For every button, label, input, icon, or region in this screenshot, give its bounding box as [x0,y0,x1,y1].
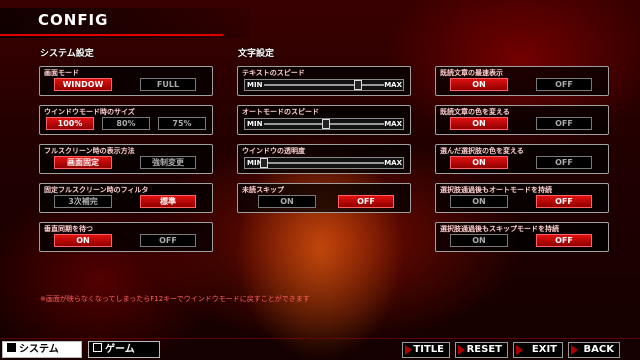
vsync-group: 垂直同期を待つ ON OFF [39,222,213,252]
back-button[interactable]: BACK [568,342,620,358]
tab-system[interactable]: システム [2,341,82,358]
title-button[interactable]: TITLE [402,342,450,358]
fullscreen-filter-label: 固定フルスクリーン時のフィルタ [44,186,149,194]
slider-track [264,162,384,164]
text-speed-slider[interactable]: MIN MAX [244,79,404,91]
tab-system-label: システム [19,344,59,355]
skip-unread-group: 未読スキップ ON OFF [237,183,411,213]
keep-auto-label: 選択肢通過後もオートモードを持続 [440,186,552,194]
auto-speed-group: オートモードのスピード MIN MAX [237,105,411,135]
window-opacity-group: ウインドウの透明度 MIN MAX [237,144,411,174]
exit-button[interactable]: EXIT [513,342,563,358]
keep-auto-off-button[interactable]: OFF [536,195,592,208]
slider-max-label: MAX [384,81,402,89]
screen-mode-full-button[interactable]: FULL [140,78,196,91]
tab-game[interactable]: ゲーム [88,341,160,358]
keep-skip-group: 選択肢通過後もスキップモードを持続 ON OFF [435,222,609,252]
vsync-on-button[interactable]: ON [54,234,112,247]
skip-unread-label: 未読スキップ [242,186,284,194]
keep-auto-on-button[interactable]: ON [450,195,508,208]
screen-mode-group: 画面モード WINDOW FULL [39,66,213,96]
window-size-75-button[interactable]: 75% [158,117,206,130]
checkbox-icon [7,343,16,352]
window-size-80-button[interactable]: 80% [102,117,150,130]
window-size-label: ウインドウモード時のサイズ [44,108,135,116]
fullscreen-display-group: フルスクリーン時の表示方法 画面固定 強制変更 [39,144,213,174]
slider-track [264,84,384,86]
slider-max-label: MAX [384,120,402,128]
window-size-group: ウインドウモード時のサイズ 100% 80% 75% [39,105,213,135]
vsync-off-button[interactable]: OFF [140,234,196,247]
fullscreen-filter-group: 固定フルスクリーン時のフィルタ 3次補完 標準 [39,183,213,213]
header-underline-accent [214,34,224,36]
auto-speed-slider[interactable]: MIN MAX [244,118,404,130]
window-opacity-label: ウインドウの透明度 [242,147,305,155]
vsync-label: 垂直同期を待つ [44,225,93,233]
skip-unread-off-button[interactable]: OFF [338,195,394,208]
choice-color-on-button[interactable]: ON [450,156,508,169]
section-text-settings: 文字設定 [238,49,275,59]
fastest-read-off-button[interactable]: OFF [536,78,592,91]
window-size-100-button[interactable]: 100% [46,117,94,130]
reset-button[interactable]: RESET [455,342,508,358]
f12-hint-note: ※画面が映らなくなってしまったらF12キーでウインドウモードに戻すことができます [40,295,310,303]
keep-skip-off-button[interactable]: OFF [536,234,592,247]
slider-knob[interactable] [353,80,362,90]
filter-cubic-button[interactable]: 3次補完 [54,195,112,208]
screen-mode-label: 画面モード [44,69,79,77]
choice-color-label: 選んだ選択肢の色を変える [440,147,524,155]
keep-skip-on-button[interactable]: ON [450,234,508,247]
read-color-group: 既読文章の色を変える ON OFF [435,105,609,135]
fullscreen-force-change-button[interactable]: 強制変更 [140,156,196,169]
section-system-settings: システム設定 [40,49,94,59]
screen-mode-window-button[interactable]: WINDOW [54,78,112,91]
bottom-divider [0,338,640,339]
slider-min-label: MIN [247,120,263,128]
checkbox-icon [93,343,102,352]
page-title: CONFIG [38,11,109,29]
keep-skip-label: 選択肢通過後もスキップモードを持続 [440,225,559,233]
slider-max-label: MAX [384,159,402,167]
skip-unread-on-button[interactable]: ON [258,195,316,208]
text-speed-group: テキストのスピード MIN MAX [237,66,411,96]
read-color-label: 既読文章の色を変える [440,108,510,116]
fastest-read-label: 既読文章の最速表示 [440,69,503,77]
fullscreen-fixed-button[interactable]: 画面固定 [54,156,112,169]
fastest-read-on-button[interactable]: ON [450,78,508,91]
slider-knob[interactable] [260,158,268,168]
tab-game-label: ゲーム [105,344,135,355]
header-underline [0,34,215,36]
text-speed-label: テキストのスピード [242,69,305,77]
fastest-read-group: 既読文章の最速表示 ON OFF [435,66,609,96]
slider-min-label: MIN [247,81,263,89]
choice-color-off-button[interactable]: OFF [536,156,592,169]
slider-knob[interactable] [322,119,331,129]
read-color-off-button[interactable]: OFF [536,117,592,130]
filter-standard-button[interactable]: 標準 [140,195,196,208]
read-color-on-button[interactable]: ON [450,117,508,130]
fullscreen-display-label: フルスクリーン時の表示方法 [44,147,135,155]
auto-speed-label: オートモードのスピード [242,108,319,116]
choice-color-group: 選んだ選択肢の色を変える ON OFF [435,144,609,174]
window-opacity-slider[interactable]: MIN MAX [244,157,404,169]
keep-auto-group: 選択肢通過後もオートモードを持続 ON OFF [435,183,609,213]
